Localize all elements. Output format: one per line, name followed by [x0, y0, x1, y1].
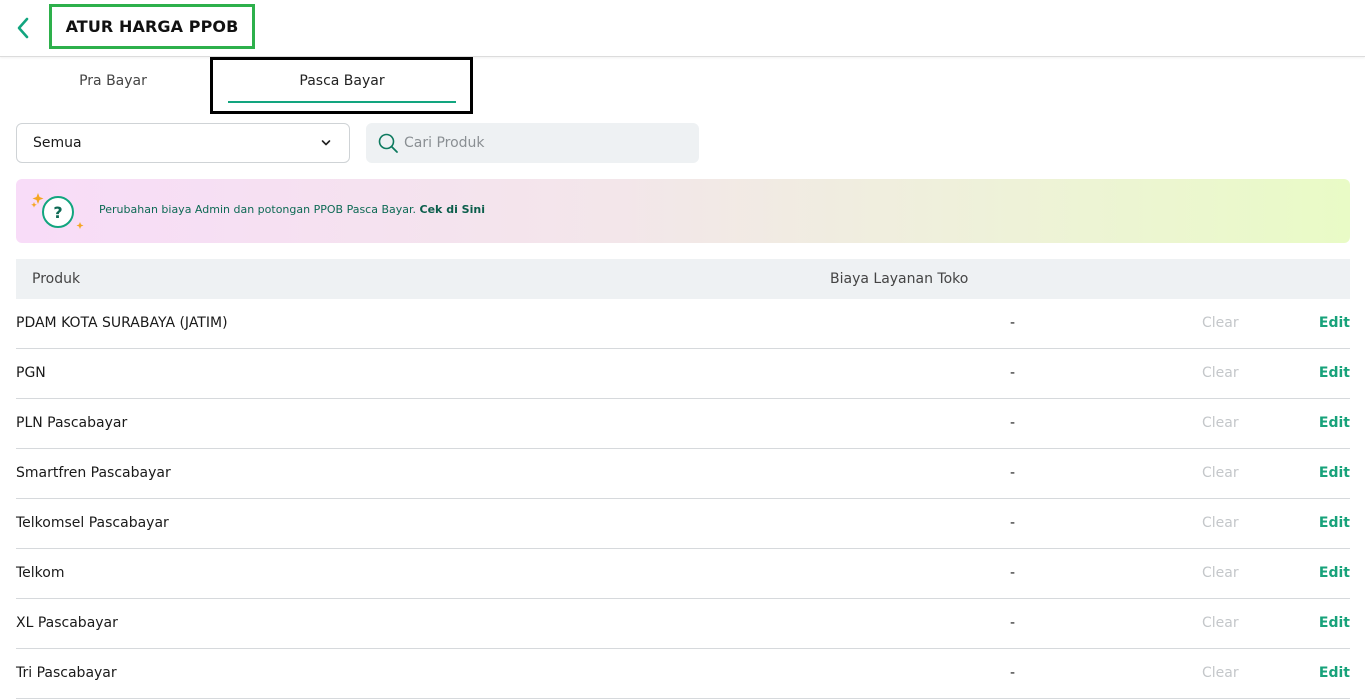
product-name: PDAM KOTA SURABAYA (JATIM): [16, 315, 228, 331]
product-name: PGN: [16, 365, 46, 381]
clear-button[interactable]: Clear: [1202, 465, 1239, 481]
product-name: Tri Pascabayar: [16, 665, 117, 681]
table-row: Telkom - Clear Edit: [16, 549, 1350, 599]
tab-pra-bayar-label: Pra Bayar: [79, 73, 147, 89]
table-row: PLN Pascabayar - Clear Edit: [16, 399, 1350, 449]
edit-button[interactable]: Edit: [1319, 615, 1350, 631]
product-name: Telkomsel Pascabayar: [16, 515, 169, 531]
chevron-left-icon: [17, 17, 29, 39]
service-fee: -: [1010, 665, 1016, 681]
table-row: XL Pascabayar - Clear Edit: [16, 599, 1350, 649]
product-name: Telkom: [16, 565, 65, 581]
service-fee: -: [1010, 515, 1016, 531]
search-box: [366, 123, 699, 163]
edit-button[interactable]: Edit: [1319, 565, 1350, 581]
app-header: ATUR HARGA PPOB: [0, 0, 1365, 57]
category-dropdown-value: Semua: [33, 135, 82, 151]
edit-button[interactable]: Edit: [1319, 665, 1350, 681]
service-fee: -: [1010, 565, 1016, 581]
clear-button[interactable]: Clear: [1202, 515, 1239, 531]
table-row: PDAM KOTA SURABAYA (JATIM) - Clear Edit: [16, 299, 1350, 349]
service-fee: -: [1010, 415, 1016, 431]
table-header: Produk Biaya Layanan Toko: [16, 259, 1350, 299]
clear-button[interactable]: Clear: [1202, 315, 1239, 331]
service-fee: -: [1010, 315, 1016, 331]
svg-text:?: ?: [53, 203, 62, 222]
edit-button[interactable]: Edit: [1319, 465, 1350, 481]
service-fee: -: [1010, 365, 1016, 381]
edit-button[interactable]: Edit: [1319, 365, 1350, 381]
edit-button[interactable]: Edit: [1319, 515, 1350, 531]
edit-button[interactable]: Edit: [1319, 415, 1350, 431]
product-name: Smartfren Pascabayar: [16, 465, 171, 481]
clear-button[interactable]: Clear: [1202, 415, 1239, 431]
table-row: PGN - Clear Edit: [16, 349, 1350, 399]
product-name: PLN Pascabayar: [16, 415, 128, 431]
page-title-box: ATUR HARGA PPOB: [49, 4, 255, 49]
tab-pasca-bayar[interactable]: Pasca Bayar: [228, 58, 456, 104]
table-row: Tri Pascabayar - Clear Edit: [16, 649, 1350, 699]
category-dropdown[interactable]: Semua: [16, 123, 350, 163]
tab-pasca-bayar-label: Pasca Bayar: [299, 73, 385, 89]
banner-message: Perubahan biaya Admin dan potongan PPOB …: [99, 203, 485, 216]
table-row: Telkomsel Pascabayar - Clear Edit: [16, 499, 1350, 549]
chevron-down-icon: [319, 136, 333, 150]
banner-text: Perubahan biaya Admin dan potongan PPOB …: [99, 203, 417, 216]
clear-button[interactable]: Clear: [1202, 565, 1239, 581]
service-fee: -: [1010, 465, 1016, 481]
back-button[interactable]: [10, 14, 36, 42]
column-header-produk: Produk: [32, 271, 81, 287]
page-title: ATUR HARGA PPOB: [65, 17, 239, 36]
product-name: XL Pascabayar: [16, 615, 118, 631]
product-table: PDAM KOTA SURABAYA (JATIM) - Clear Edit …: [16, 299, 1350, 699]
clear-button[interactable]: Clear: [1202, 365, 1239, 381]
search-icon: [376, 131, 400, 155]
edit-button[interactable]: Edit: [1319, 315, 1350, 331]
banner-link[interactable]: Cek di Sini: [420, 203, 485, 216]
search-input[interactable]: [404, 128, 684, 158]
service-fee: -: [1010, 615, 1016, 631]
question-sparkle-icon: ?: [31, 193, 84, 229]
clear-button[interactable]: Clear: [1202, 665, 1239, 681]
column-header-biaya: Biaya Layanan Toko: [830, 271, 969, 287]
clear-button[interactable]: Clear: [1202, 615, 1239, 631]
info-banner: ? Perubahan biaya Admin dan potongan PPO…: [16, 179, 1350, 243]
tab-pra-bayar[interactable]: Pra Bayar: [16, 58, 210, 104]
table-row: Smartfren Pascabayar - Clear Edit: [16, 449, 1350, 499]
active-tab-indicator: [228, 101, 456, 103]
